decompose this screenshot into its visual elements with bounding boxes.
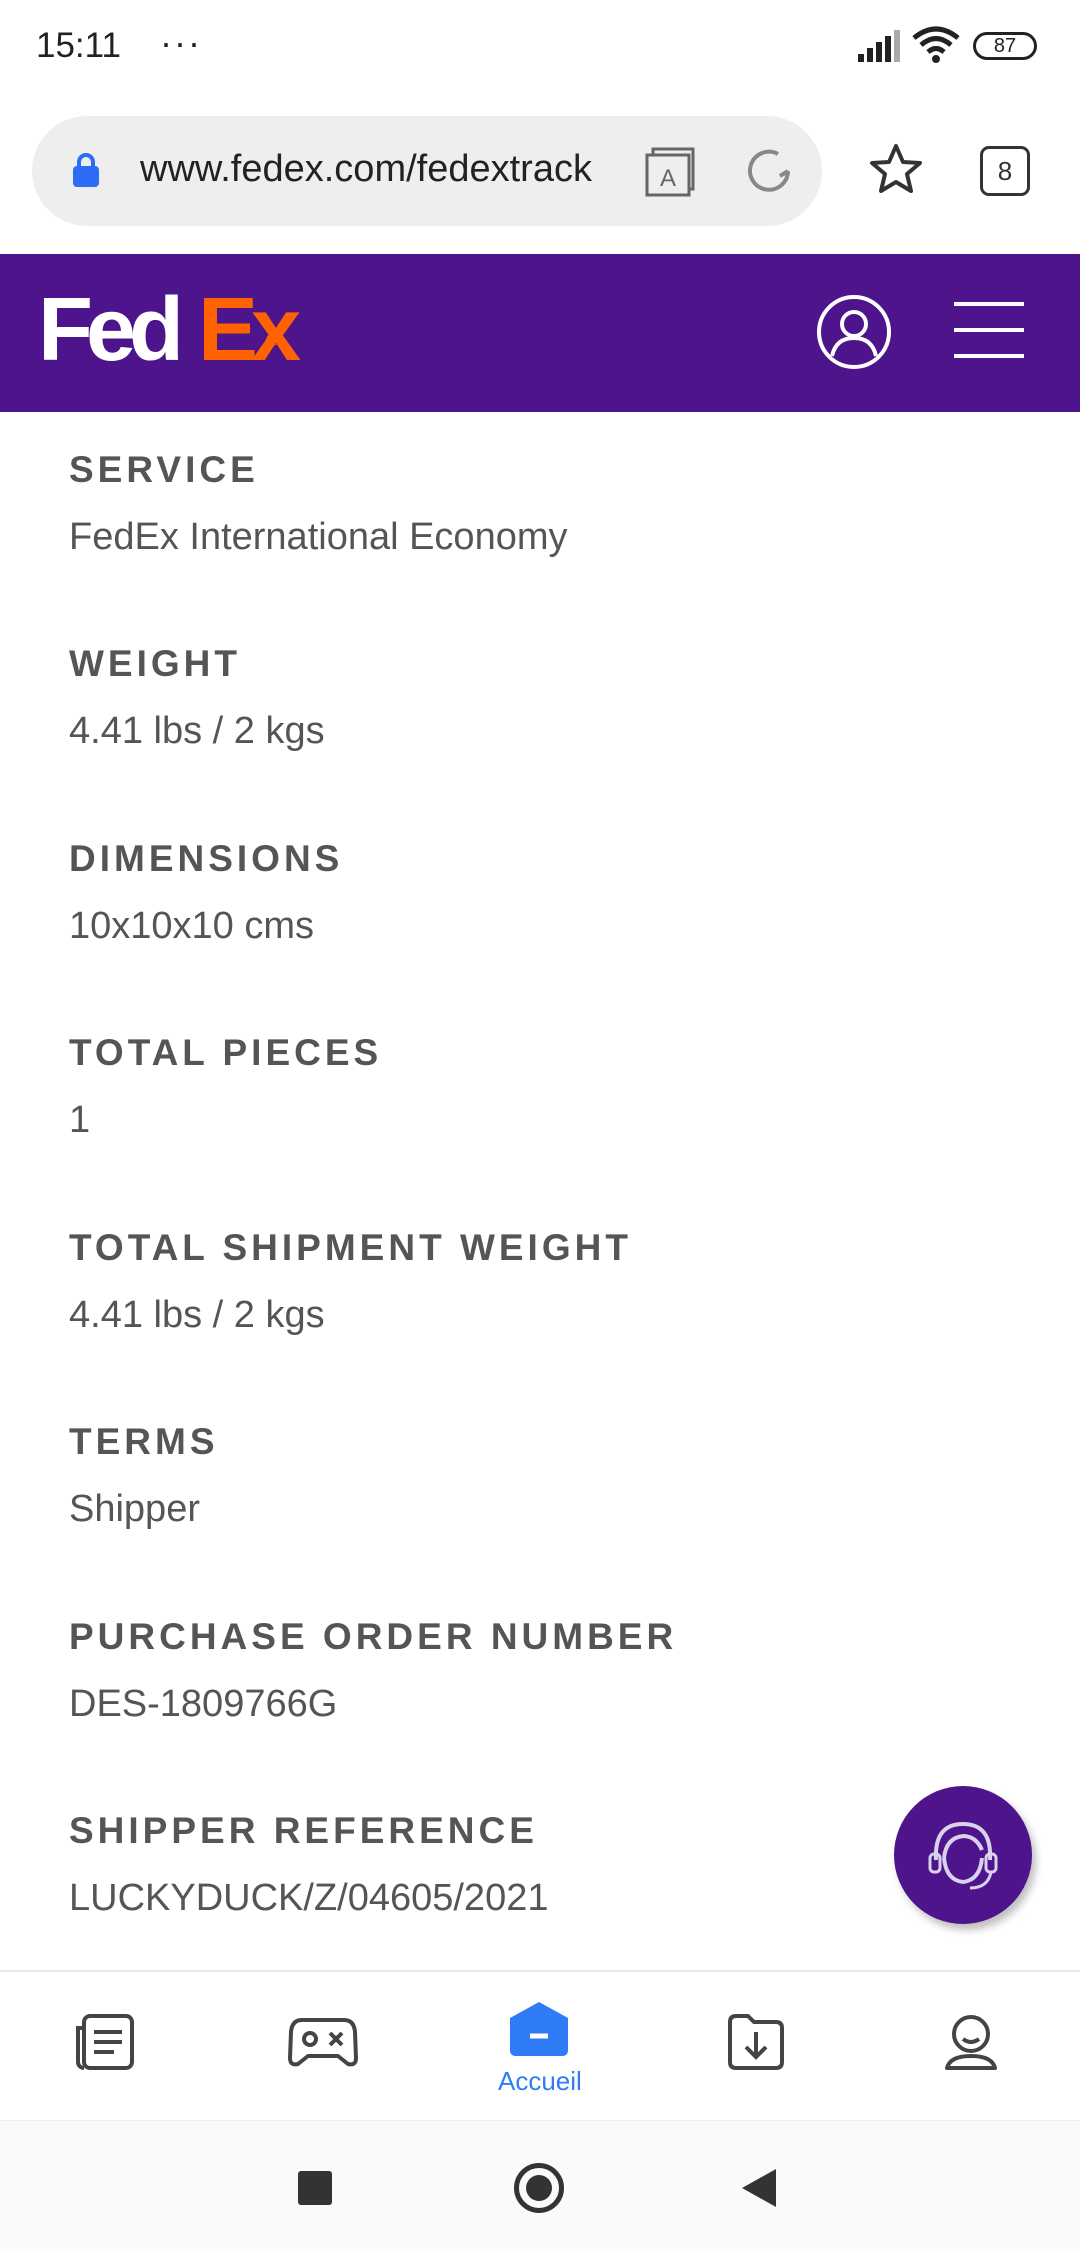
detail-label: SHIPPER REFERENCE — [69, 1810, 538, 1851]
detail-label: TOTAL SHIPMENT WEIGHT — [69, 1227, 632, 1268]
wifi-icon — [912, 26, 960, 63]
signal-icon — [858, 30, 900, 62]
detail-label: TERMS — [69, 1421, 219, 1462]
detail-value: Shipper — [69, 1488, 200, 1530]
games-icon[interactable] — [288, 2012, 358, 2070]
detail-label: DIMENSIONS — [69, 838, 344, 879]
detail-weight: WEIGHT 4.41 lbs / 2 kgs — [69, 642, 325, 754]
reader-mode-icon[interactable]: A — [644, 146, 696, 198]
url-text[interactable]: www.fedex.com/fedextrack — [140, 148, 620, 191]
detail-value: 1 — [69, 1099, 91, 1141]
detail-terms: TERMS Shipper — [69, 1420, 219, 1532]
detail-value: 4.41 lbs / 2 kgs — [69, 1294, 325, 1336]
detail-total-shipment-weight: TOTAL SHIPMENT WEIGHT 4.41 lbs / 2 kgs — [69, 1226, 632, 1338]
battery-indicator: 87 — [973, 32, 1037, 60]
hamburger-menu-icon[interactable] — [954, 302, 1024, 360]
recents-button[interactable] — [298, 2171, 332, 2205]
browser-bottom-nav: Accueil — [0, 1970, 1080, 2120]
detail-label: TOTAL PIECES — [69, 1032, 383, 1073]
status-overflow-indicator: ··· — [160, 22, 202, 63]
status-bar: 15:11 ··· 87 — [0, 0, 1080, 96]
bookmark-star-icon[interactable] — [868, 142, 924, 198]
logo-ex: Ex — [198, 280, 301, 380]
chat-support-button[interactable] — [894, 1786, 1032, 1924]
detail-value: FedEx International Economy — [69, 516, 568, 558]
detail-label: WEIGHT — [69, 643, 241, 684]
detail-dimensions: DIMENSIONS 10x10x10 cms — [69, 837, 343, 949]
profile-icon[interactable] — [944, 2012, 998, 2072]
home-icon[interactable] — [508, 2000, 570, 2058]
detail-value: LUCKYDUCK/Z/04605/2021 — [69, 1877, 549, 1919]
detail-service: SERVICE FedEx International Economy — [69, 448, 568, 560]
logo-fed: Fed — [38, 280, 184, 380]
address-bar[interactable]: www.fedex.com/fedextrack A — [32, 116, 822, 226]
home-button[interactable] — [514, 2163, 564, 2213]
reload-icon[interactable] — [744, 146, 794, 196]
back-button[interactable] — [742, 2169, 776, 2207]
status-time: 15:11 — [36, 26, 121, 65]
logo-registered-mark: ® — [266, 330, 280, 350]
headset-agent-icon — [918, 1810, 1008, 1900]
account-icon[interactable] — [816, 294, 892, 370]
svg-text:A: A — [660, 165, 676, 192]
home-label[interactable]: Accueil — [498, 2066, 582, 2097]
detail-value: 10x10x10 cms — [69, 905, 315, 947]
detail-shipper-reference: SHIPPER REFERENCE LUCKYDUCK/Z/04605/2021 — [69, 1809, 548, 1921]
system-nav-bar — [0, 2120, 1080, 2249]
fedex-header: Fed Ex ® — [0, 254, 1080, 412]
tabs-icon[interactable]: 8 — [980, 146, 1030, 196]
news-icon[interactable] — [74, 2012, 138, 2072]
detail-value: 4.41 lbs / 2 kgs — [69, 710, 325, 752]
downloads-icon[interactable] — [726, 2012, 786, 2070]
detail-label: SERVICE — [69, 449, 259, 490]
detail-purchase-order-number: PURCHASE ORDER NUMBER DES-1809766G — [69, 1615, 677, 1727]
detail-total-pieces: TOTAL PIECES 1 — [69, 1031, 382, 1143]
detail-value: DES-1809766G — [69, 1683, 338, 1725]
detail-label: PURCHASE ORDER NUMBER — [69, 1616, 678, 1657]
lock-icon[interactable] — [72, 152, 100, 188]
